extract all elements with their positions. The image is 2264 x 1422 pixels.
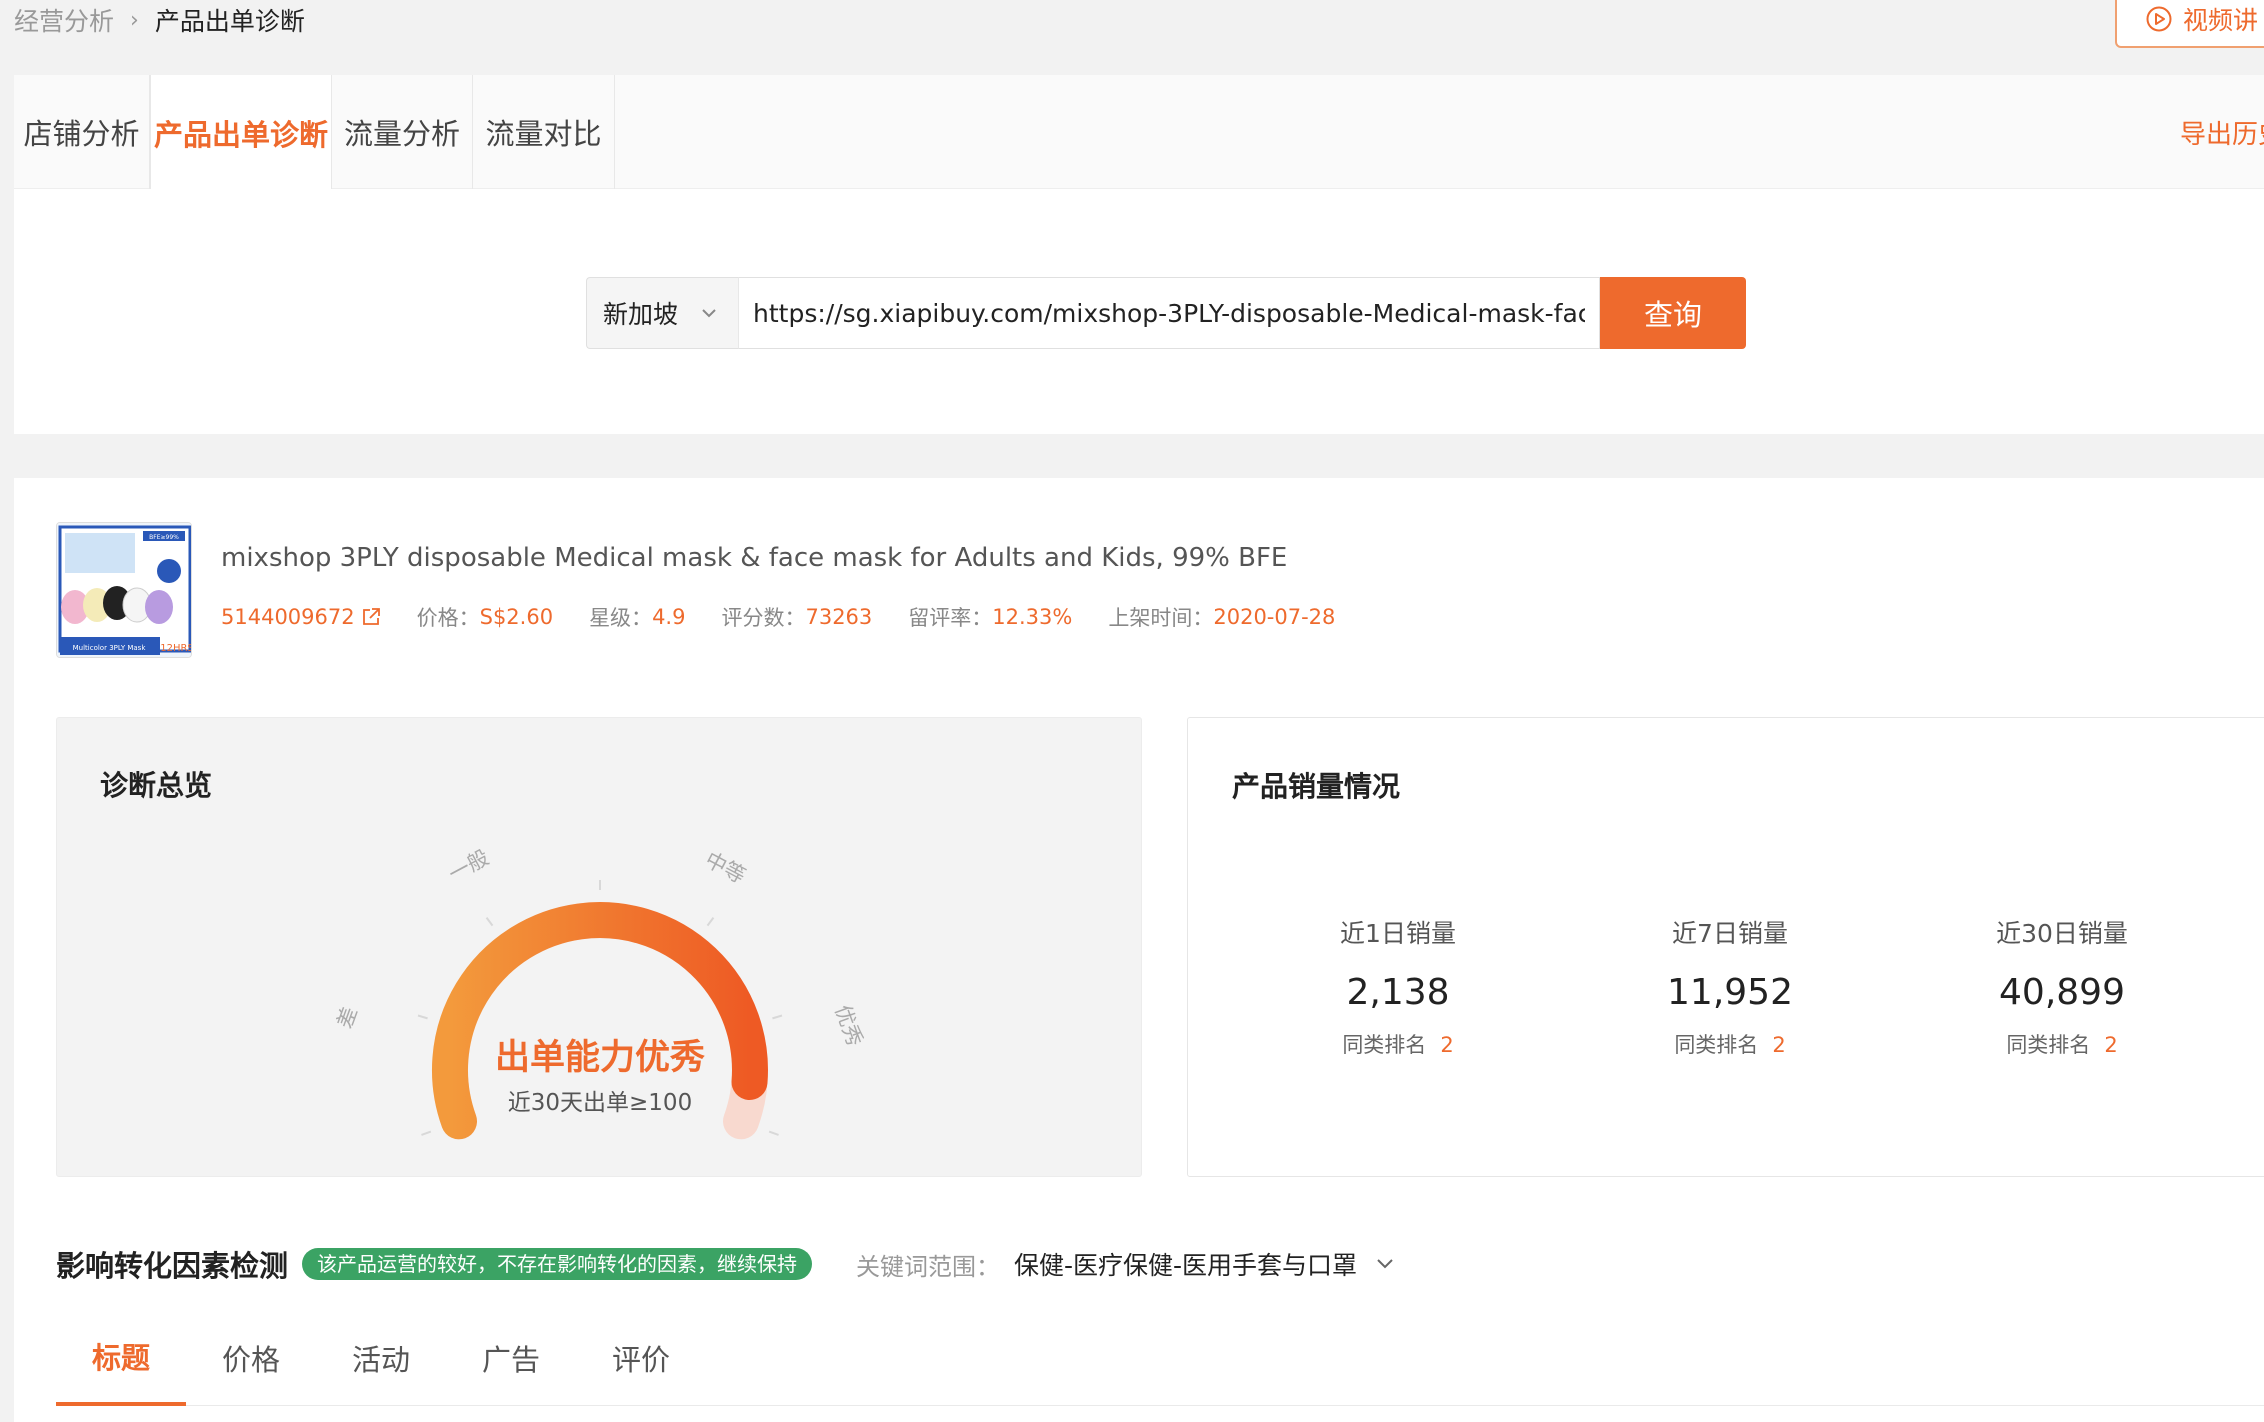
play-circle-icon xyxy=(2146,6,2172,32)
sales-panel: 产品销量情况 近1日销量 2,138 同类排名 2 近7日销量 11,952 同类… xyxy=(1187,717,2264,1177)
sales-stat-value: 40,899 xyxy=(1999,972,2125,1013)
factors-title: 影响转化因素检测 xyxy=(56,1249,289,1283)
sales-stat-label: 近1日销量 xyxy=(1340,919,1456,948)
reviews-value: 73263 xyxy=(805,605,873,629)
tab-price[interactable]: 价格 xyxy=(186,1310,316,1406)
tab-traffic-compare[interactable]: 流量对比 xyxy=(473,75,615,189)
sales-stat-label: 近7日销量 xyxy=(1672,919,1788,948)
tab-product-diagnosis[interactable]: 产品出单诊断 xyxy=(150,75,332,190)
rating-label: 星级： xyxy=(589,606,653,630)
query-button[interactable]: 查询 xyxy=(1600,277,1746,349)
sales-stat-7d: 近7日销量 11,952 同类排名 2 xyxy=(1580,914,1880,1059)
chevron-down-icon[interactable] xyxy=(1375,1257,1395,1271)
product-id-link[interactable]: 5144009672 xyxy=(221,605,381,629)
tab-title[interactable]: 标题 xyxy=(56,1310,186,1406)
region-select[interactable]: 新加坡 xyxy=(586,277,738,349)
chevron-right-icon: › xyxy=(130,7,139,33)
sales-title: 产品销量情况 xyxy=(1232,770,1401,803)
listed-value: 2020-07-28 xyxy=(1213,605,1336,629)
status-badge: 该产品运营的较好，不存在影响转化的因素，继续保持 xyxy=(302,1248,813,1280)
svg-text:BFE≥99%: BFE≥99% xyxy=(149,534,179,541)
breadcrumb-current: 产品出单诊断 xyxy=(154,7,305,36)
product-url-input[interactable] xyxy=(738,277,1600,349)
factor-tabs: 标题 价格 活动 广告 评价 xyxy=(56,1310,2264,1406)
price-label: 价格： xyxy=(416,606,480,630)
sales-stat-rank: 同类排名 2 xyxy=(1674,1033,1786,1057)
tab-ads[interactable]: 广告 xyxy=(446,1310,576,1406)
diagnosis-subline: 近30天出单≥100 xyxy=(507,1090,693,1116)
gauge-tick xyxy=(485,916,494,927)
retention-label: 留评率： xyxy=(908,606,993,630)
gauge-label-poor: 差 xyxy=(333,1004,363,1032)
main-tabs: 店铺分析 产品出单诊断 流量分析 流量对比 xyxy=(14,75,2264,190)
external-link-icon xyxy=(362,608,380,625)
conversion-factors-header: 影响转化因素检测 该产品运营的较好，不存在影响转化的因素，继续保持 关键词范围：… xyxy=(56,1240,1395,1288)
region-value: 新加坡 xyxy=(603,300,679,329)
product-title[interactable]: mixshop 3PLY disposable Medical mask & f… xyxy=(221,543,1287,573)
tab-traffic-analysis[interactable]: 流量分析 xyxy=(332,75,473,189)
sales-stat-30d: 近30日销量 40,899 同类排名 2 xyxy=(1912,914,2212,1059)
tab-reviews[interactable]: 评价 xyxy=(576,1310,706,1406)
gauge-tick xyxy=(706,916,715,927)
sales-stat-1d: 近1日销量 2,138 同类排名 2 xyxy=(1248,914,1548,1059)
reviews-label: 评分数： xyxy=(721,606,806,630)
gauge-tick xyxy=(768,1130,779,1136)
gauge-tick xyxy=(421,1130,432,1136)
sales-stat-value: 2,138 xyxy=(1346,972,1450,1013)
mask-box-image: BFE≥99% Multicolor 3PLY Mask 12HRS xyxy=(57,523,192,657)
diagnosis-title: 诊断总览 xyxy=(100,769,213,802)
gauge-tick xyxy=(772,1014,783,1020)
tab-store-analysis[interactable]: 店铺分析 xyxy=(14,75,150,189)
keyword-range-select[interactable]: 保健-医疗保健-医用手套与口罩 xyxy=(1014,1246,1357,1282)
rating-value: 4.9 xyxy=(652,605,686,629)
product-thumbnail[interactable]: BFE≥99% Multicolor 3PLY Mask 12HRS xyxy=(56,522,192,658)
gauge-tick xyxy=(417,1014,428,1020)
export-history-link[interactable]: 导出历史 xyxy=(2180,75,2264,189)
sales-stat-label: 近30日销量 xyxy=(1996,919,2128,948)
sales-stat-value: 11,952 xyxy=(1667,972,1793,1013)
chevron-down-icon xyxy=(702,309,716,318)
gauge-label-medium: 中等 xyxy=(701,847,749,888)
sales-stat-rank: 同类排名 2 xyxy=(1342,1033,1454,1057)
breadcrumb-parent[interactable]: 经营分析 xyxy=(14,2,114,38)
breadcrumb: 经营分析 › 产品出单诊断 xyxy=(14,0,305,40)
video-tutorial-button[interactable]: 视频讲 xyxy=(2115,0,2264,48)
tab-promotion[interactable]: 活动 xyxy=(316,1310,446,1406)
diagnosis-headline: 出单能力优秀 xyxy=(494,1038,705,1078)
product-meta: 5144009672 价格： S$2.60 星级： 4.9 评分数： 73263 留评… xyxy=(221,602,1335,632)
video-tutorial-label: 视频讲 xyxy=(2183,6,2259,35)
product-id: 5144009672 xyxy=(221,605,355,629)
listed-label: 上架时间： xyxy=(1108,606,1214,630)
retention-value: 12.33% xyxy=(992,605,1073,629)
svg-text:12HRS: 12HRS xyxy=(160,643,192,654)
gauge-label-excellent: 优秀 xyxy=(830,1002,867,1050)
keyword-range-label: 关键词范围： xyxy=(856,1252,1001,1281)
search-bar: 新加坡 查询 xyxy=(586,277,1746,349)
gauge-label-normal: 一般 xyxy=(445,845,493,886)
sales-stat-rank: 同类排名 2 xyxy=(2006,1033,2118,1057)
price-value: S$2.60 xyxy=(479,605,554,629)
svg-text:Multicolor 3PLY Mask: Multicolor 3PLY Mask xyxy=(73,644,147,652)
